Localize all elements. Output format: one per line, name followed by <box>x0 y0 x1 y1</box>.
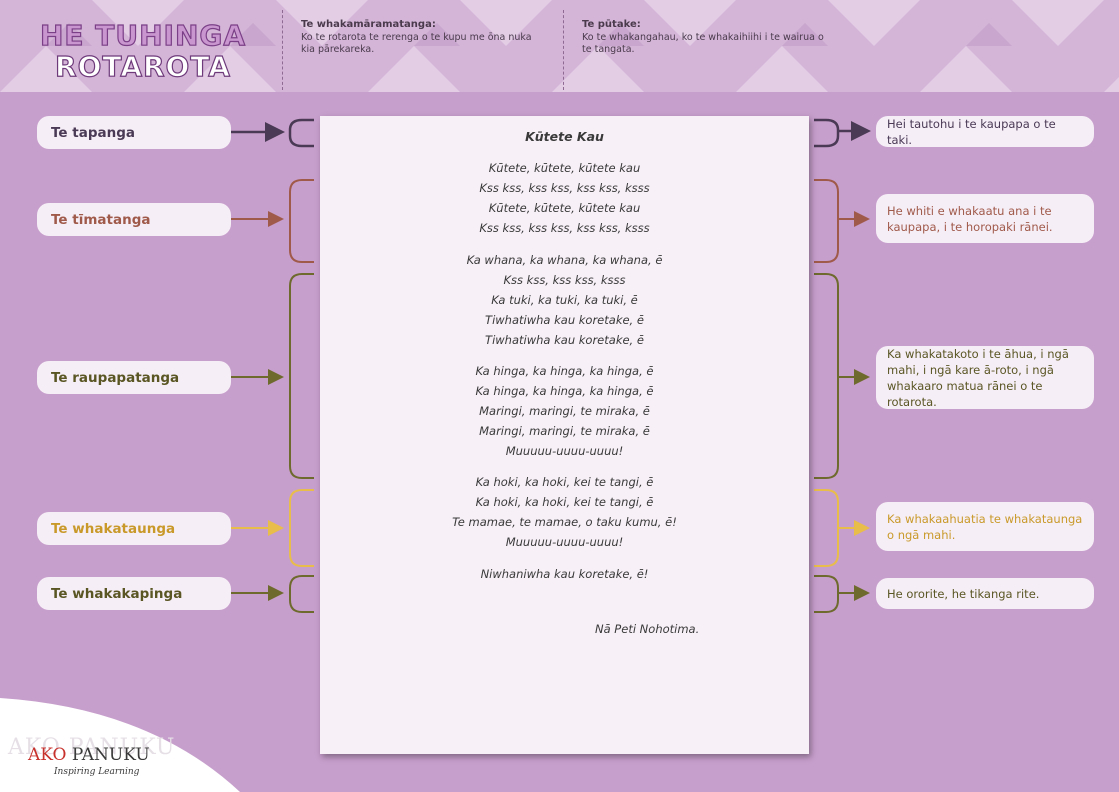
poem-paper: Kūtete Kau Kūtete, kūtete, kūtete kau Ks… <box>320 116 809 754</box>
poem-line: Muuuuu-uuuu-uuuu! <box>505 444 624 458</box>
poem-line: Ka hoki, ka hoki, kei te tangi, ē <box>475 475 654 489</box>
label-tapanga: Te tapanga <box>37 116 231 149</box>
poem-line: Ka tuki, ka tuki, ka tuki, ē <box>491 293 638 307</box>
poem-line: Maringi, maringi, te miraka, ē <box>479 404 650 418</box>
note-whakataunga: Ka whakaahuatia te whakataunga o ngā mah… <box>876 502 1094 551</box>
ako-panuku-logo: AKO PANUKU <box>28 745 150 765</box>
poem-line: Ka whana, ka whana, ka whana, ē <box>466 253 663 267</box>
poem-line: Tiwhatiwha kau koretake, ē <box>485 333 644 347</box>
poem-line: Te mamae, te mamae, o taku kumu, ē! <box>452 515 677 529</box>
poem-line: Niwhaniwha kau koretake, ē! <box>480 567 649 581</box>
poem-line: Maringi, maringi, te miraka, ē <box>479 424 650 438</box>
poem-line: Ka hoki, ka hoki, kei te tangi, ē <box>475 495 654 509</box>
poem-line: Kūtete, kūtete, kūtete kau <box>488 201 641 215</box>
poem-line: Kss kss, kss kss, kss kss, ksss <box>479 221 650 235</box>
poem-title: Kūtete Kau <box>525 129 604 144</box>
logo-tagline: Inspiring Learning <box>54 767 140 777</box>
note-timatanga: He whiti e whakaatu ana i te kaupapa, i … <box>876 194 1094 243</box>
poem-stanza-3: Ka hinga, ka hinga, ka hinga, ē Ka hinga… <box>320 361 809 461</box>
note-raupapatanga: Ka whakatakoto i te āhua, i ngā mahi, i … <box>876 346 1094 409</box>
logo-ako: AKO <box>28 745 67 765</box>
poem-line: Ka hinga, ka hinga, ka hinga, ē <box>475 384 654 398</box>
logo-panuku: PANUKU <box>71 745 150 765</box>
note-whakakapinga: He ororite, he tikanga rite. <box>876 578 1094 609</box>
poem-stanza-5: Niwhaniwha kau koretake, ē! <box>320 564 809 584</box>
poem-author: Nā Peti Nohotima. <box>595 622 700 636</box>
poem-line: Muuuuu-uuuu-uuuu! <box>505 535 624 549</box>
poem-stanza-4: Ka hoki, ka hoki, kei te tangi, ē Ka hok… <box>320 472 809 552</box>
poem-line: Kūtete, kūtete, kūtete kau <box>488 161 641 175</box>
poem-line: Ka hinga, ka hinga, ka hinga, ē <box>475 364 654 378</box>
label-whakakapinga: Te whakakapinga <box>37 577 231 610</box>
poem-line: Tiwhatiwha kau koretake, ē <box>485 313 644 327</box>
poem-stanza-1: Kūtete, kūtete, kūtete kau Kss kss, kss … <box>320 158 809 238</box>
poem-stanza-2: Ka whana, ka whana, ka whana, ē Kss kss,… <box>320 250 809 350</box>
label-raupapatanga: Te raupapatanga <box>37 361 231 394</box>
poem-line: Kss kss, kss kss, ksss <box>503 273 626 287</box>
label-timatanga: Te tīmatanga <box>37 203 231 236</box>
note-tapanga: Hei tautohu i te kaupapa o te taki. <box>876 116 1094 147</box>
label-whakataunga: Te whakataunga <box>37 512 231 545</box>
poem-line: Kss kss, kss kss, kss kss, ksss <box>479 181 650 195</box>
